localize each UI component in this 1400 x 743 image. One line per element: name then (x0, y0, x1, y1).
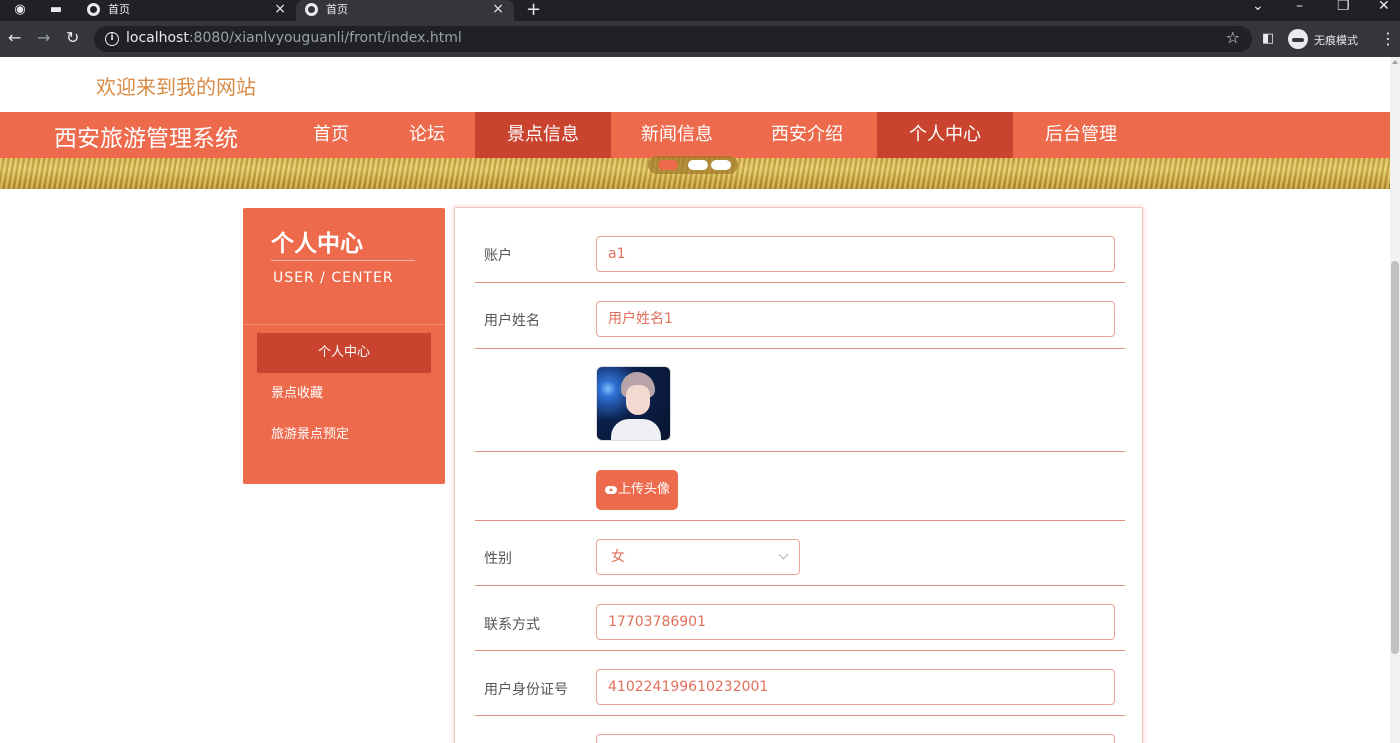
upload-avatar-label: 上传头像 (618, 482, 671, 497)
nav-xian-intro[interactable]: 西安介绍 (742, 112, 872, 158)
site-brand: 西安旅游管理系统 (54, 126, 238, 152)
avatar-body (611, 419, 661, 440)
globe-icon (87, 3, 100, 16)
side-panel-icon[interactable]: ◧ (1262, 31, 1274, 46)
page-scrollbar[interactable] (1390, 57, 1400, 743)
form-row-upload: 上传头像 (475, 452, 1125, 521)
form-row-idcard: 用户身份证号 410224199610232001 (475, 651, 1125, 716)
forward-arrow-icon[interactable]: → (37, 29, 50, 47)
url-text[interactable]: localhost:8080/xianlvyouguanli/front/ind… (126, 30, 462, 46)
address-bar[interactable]: i localhost:8080/xianlvyouguanli/front/i… (94, 26, 1252, 52)
globe-icon (305, 3, 318, 16)
phone-label: 联系方式 (484, 617, 540, 633)
back-arrow-icon[interactable]: ← (8, 29, 21, 47)
account-label: 账户 (484, 248, 512, 264)
form-row-gender: 性别 女 (475, 521, 1125, 586)
cloud-upload-icon (605, 486, 617, 494)
tab-title: 首页 (326, 3, 348, 16)
upload-avatar-button[interactable]: 上传头像 (596, 470, 678, 510)
chevron-down-icon[interactable]: ⌄ (1252, 0, 1264, 14)
carousel-dot[interactable] (688, 160, 708, 170)
gender-value: 女 (611, 549, 625, 565)
nav-admin[interactable]: 后台管理 (1014, 112, 1148, 158)
incognito-label: 无痕模式 (1314, 34, 1358, 47)
chevron-down-icon (778, 549, 789, 560)
gender-select[interactable]: 女 (596, 539, 800, 575)
carousel-indicators (648, 156, 738, 174)
sidebar-title: 个人中心 (271, 231, 363, 257)
nav-forum[interactable]: 论坛 (382, 112, 472, 158)
close-window-icon[interactable]: ✕ (1378, 0, 1390, 14)
bookmark-star-icon[interactable]: ☆ (1226, 28, 1240, 47)
form-row-avatar (475, 349, 1125, 452)
welcome-text: 欢迎来到我的网站 (96, 75, 256, 99)
tab-title: 首页 (108, 3, 130, 16)
nav-home[interactable]: 首页 (286, 112, 376, 158)
phone-input[interactable]: 17703786901 (596, 604, 1115, 640)
minimize-icon[interactable]: – (1296, 0, 1303, 14)
browser-tab-1[interactable]: 首页 × (78, 0, 296, 21)
name-label: 用户姓名 (484, 313, 540, 329)
sidebar-item-booking[interactable]: 旅游景点预定 (257, 415, 431, 455)
close-tab-icon[interactable]: × (274, 1, 286, 17)
form-row-account: 账户 a1 (475, 208, 1125, 283)
new-tab-icon[interactable]: + (526, 0, 541, 20)
sidebar-item-favorites[interactable]: 景点收藏 (257, 374, 431, 414)
nav-news[interactable]: 新闻信息 (612, 112, 742, 158)
sidebar-item-personal-center[interactable]: 个人中心 (257, 333, 431, 373)
browser-tab-2[interactable]: 首页 × (296, 0, 514, 21)
browser-tab-strip: ◉ ▬ 首页 × 首页 × + ⌄ – ❐ ✕ (0, 0, 1400, 21)
next-field-input[interactable] (596, 734, 1115, 743)
scroll-up-icon[interactable] (1392, 60, 1398, 64)
browser-toolbar: ← → ↻ i localhost:8080/xianlvyouguanli/f… (0, 21, 1400, 57)
scrollbar-thumb[interactable] (1391, 261, 1399, 654)
idcard-input[interactable]: 410224199610232001 (596, 669, 1115, 705)
reload-icon[interactable]: ↻ (66, 29, 79, 47)
incognito-indicator[interactable]: 无痕模式 (1288, 29, 1372, 49)
nav-scenic-info[interactable]: 景点信息 (475, 112, 611, 158)
main-nav: 西安旅游管理系统 首页 论坛 景点信息 新闻信息 西安介绍 个人中心 后台管理 (0, 112, 1390, 158)
name-input[interactable]: 用户姓名1 (596, 301, 1115, 337)
gender-label: 性别 (484, 551, 512, 567)
page-viewport: 欢迎来到我的网站 西安旅游管理系统 首页 论坛 景点信息 新闻信息 西安介绍 个… (0, 57, 1390, 743)
sidebar-subtitle: USER / CENTER (273, 270, 394, 286)
divider (243, 324, 445, 325)
user-sidebar: 个人中心 USER / CENTER 个人中心 景点收藏 旅游景点预定 (243, 208, 445, 484)
avatar (596, 366, 671, 441)
restore-icon[interactable]: ❐ (1337, 0, 1350, 14)
avatar-face (626, 385, 650, 415)
more-menu-icon[interactable]: ⋮ (1380, 29, 1396, 48)
globe-icon[interactable]: ◉ (12, 2, 28, 18)
carousel-dot[interactable] (658, 160, 678, 170)
form-row-phone: 联系方式 17703786901 (475, 586, 1125, 651)
divider (271, 260, 415, 261)
info-icon[interactable]: i (105, 32, 119, 46)
account-input[interactable]: a1 (596, 236, 1115, 272)
tab-overview-icon[interactable]: ▬ (48, 2, 64, 18)
form-row-name: 用户姓名 用户姓名1 (475, 283, 1125, 349)
carousel-dot[interactable] (711, 160, 731, 170)
incognito-icon (1288, 29, 1308, 49)
idcard-label: 用户身份证号 (484, 682, 568, 698)
close-tab-icon[interactable]: × (492, 1, 504, 17)
nav-personal-center[interactable]: 个人中心 (877, 112, 1013, 158)
profile-form: 账户 a1 用户姓名 用户姓名1 上传头像 性别 女 联系方式 17703786… (454, 207, 1143, 743)
